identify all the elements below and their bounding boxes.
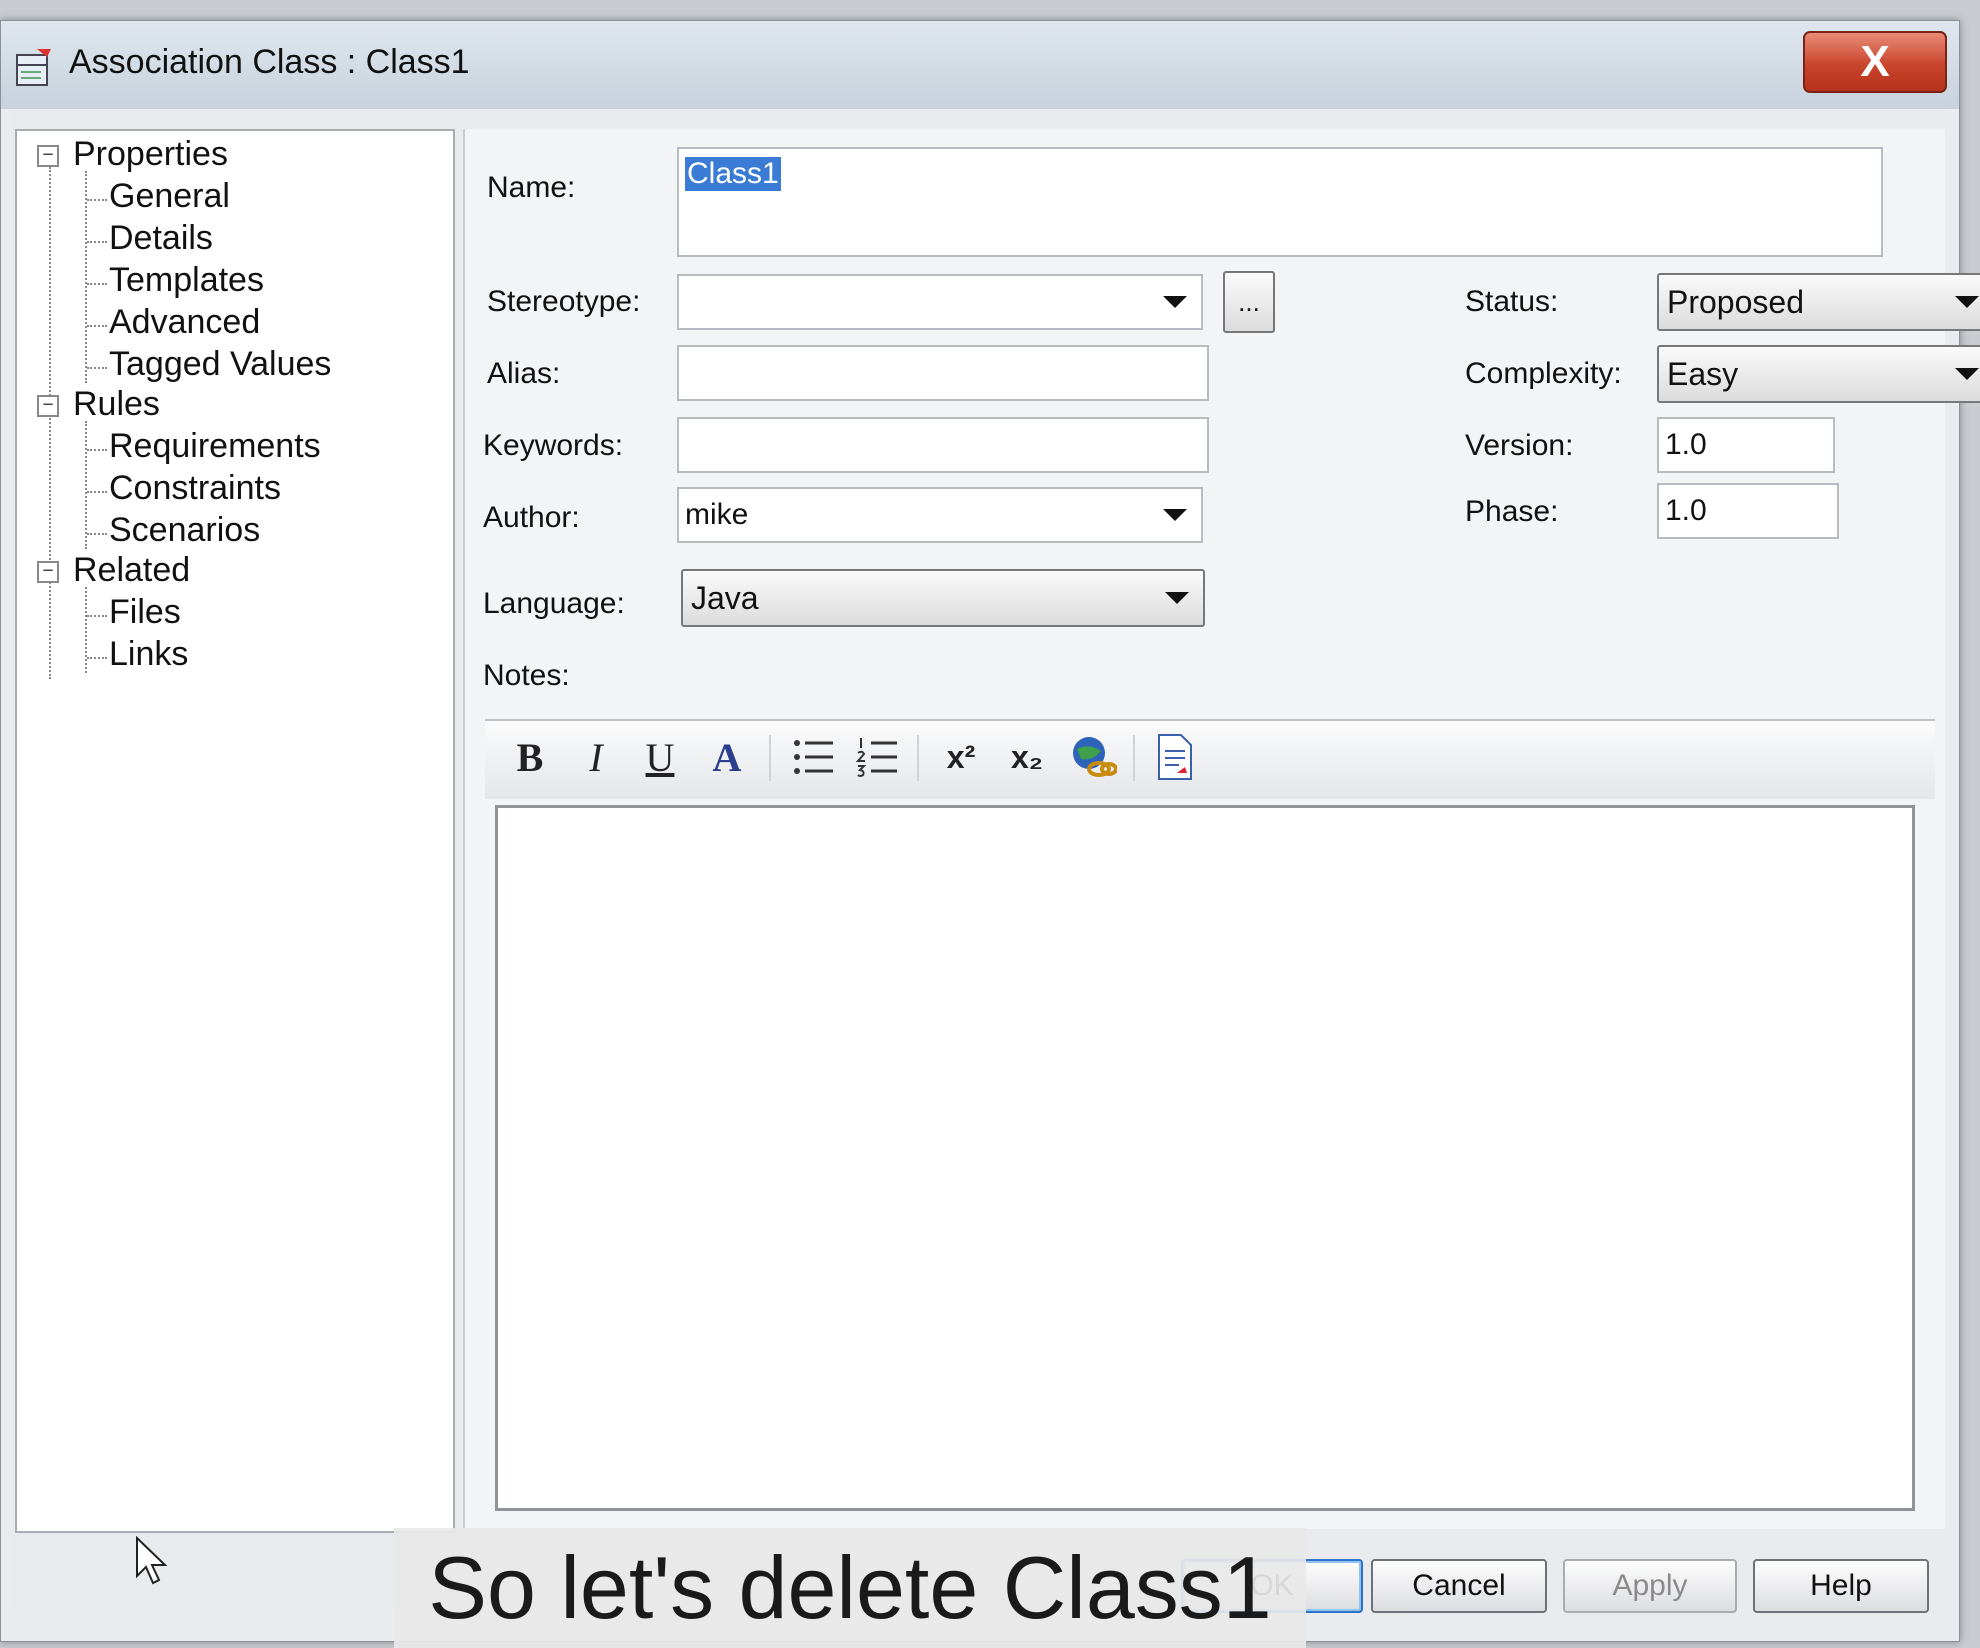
version-label: Version: [1465,429,1574,462]
author-value: mike [685,498,749,531]
italic-button[interactable]: I [571,729,621,785]
tree-item-constraints[interactable]: Constraints [109,469,281,508]
chevron-down-icon [1955,296,1979,308]
title-bar[interactable]: Association Class : Class1 X [1,21,1959,109]
window-title: Association Class : Class1 [69,43,470,81]
tree-item-general[interactable]: General [109,177,230,216]
stereotype-label: Stereotype: [487,285,641,318]
tree-item-advanced[interactable]: Advanced [109,303,260,342]
help-button[interactable]: Help [1753,1559,1929,1613]
chevron-down-icon [1165,592,1189,604]
tree-item-properties[interactable]: Properties [73,135,228,174]
language-value: Java [691,579,759,616]
numbered-list-icon [855,738,897,777]
mouse-cursor-icon [135,1535,169,1591]
alias-label: Alias: [487,357,561,390]
collapse-rules-icon[interactable]: − [37,395,59,417]
numbered-list-button[interactable] [849,729,905,785]
alias-input[interactable] [677,345,1209,401]
keywords-input[interactable] [677,417,1209,473]
tree-item-related[interactable]: Related [73,551,190,590]
close-icon: X [1860,37,1890,86]
name-field[interactable]: Class1 [677,147,1883,257]
notes-editor[interactable] [495,805,1915,1511]
tree-item-details[interactable]: Details [109,219,213,258]
notes-label: Notes: [483,659,570,692]
status-select[interactable]: Proposed [1657,273,1980,331]
status-value: Proposed [1667,283,1804,320]
apply-button[interactable]: Apply [1563,1559,1737,1613]
document-button[interactable] [1147,729,1203,785]
video-caption: So let's delete Class1 [394,1528,1306,1648]
dialog-window: Association Class : Class1 X − Propertie… [0,20,1980,1642]
tree-item-links[interactable]: Links [109,635,188,674]
bullet-list-icon [794,740,833,774]
complexity-value: Easy [1667,355,1739,392]
phase-label: Phase: [1465,495,1559,528]
superscript-button[interactable]: x² [933,729,989,785]
tree-item-requirements[interactable]: Requirements [109,427,321,466]
author-combobox[interactable]: mike [677,487,1203,543]
underline-button[interactable]: U [635,729,685,785]
notes-toolbar: B I U A x² x₂ [485,719,1935,799]
cancel-button[interactable]: Cancel [1371,1559,1547,1613]
subscript-button[interactable]: x₂ [999,729,1055,785]
chevron-down-icon [1163,509,1187,521]
name-label: Name: [487,171,576,204]
stereotype-combobox[interactable] [677,274,1203,330]
version-input[interactable]: 1.0 [1657,417,1835,473]
chevron-down-icon [1955,368,1979,380]
name-value: Class1 [685,157,781,191]
language-label: Language: [483,587,625,620]
document-icon [1158,734,1192,780]
tree-item-templates[interactable]: Templates [109,261,264,300]
status-label: Status: [1465,285,1559,318]
complexity-select[interactable]: Easy [1657,345,1980,403]
stereotype-browse-button[interactable]: ... [1223,271,1275,333]
class-icon [11,45,57,91]
keywords-label: Keywords: [483,429,624,462]
author-label: Author: [483,501,580,534]
font-color-button[interactable]: A [699,729,755,785]
tree-item-scenarios[interactable]: Scenarios [109,511,260,550]
collapse-related-icon[interactable]: − [37,561,59,583]
close-button[interactable]: X [1803,31,1947,93]
complexity-label: Complexity: [1465,357,1622,390]
bold-button[interactable]: B [505,729,555,785]
tree-item-files[interactable]: Files [109,593,181,632]
tree-item-tagged-values[interactable]: Tagged Values [109,345,331,384]
font-color-icon: A [712,734,742,780]
collapse-properties-icon[interactable]: − [37,145,59,167]
general-properties-panel: Name: Class1 Stereotype: ... Alias: Keyw… [463,129,1980,1529]
tree-item-rules[interactable]: Rules [73,385,160,424]
property-tree[interactable]: − Properties General Details Templates A… [15,129,455,1585]
phase-input[interactable]: 1.0 [1657,483,1839,539]
bulleted-list-button[interactable] [785,729,841,785]
dialog-client-area: − Properties General Details Templates A… [13,109,1980,1613]
language-select[interactable]: Java [681,569,1205,627]
globe-link-icon [1073,737,1117,777]
chevron-down-icon [1163,296,1187,308]
insert-hyperlink-button[interactable] [1065,729,1121,785]
